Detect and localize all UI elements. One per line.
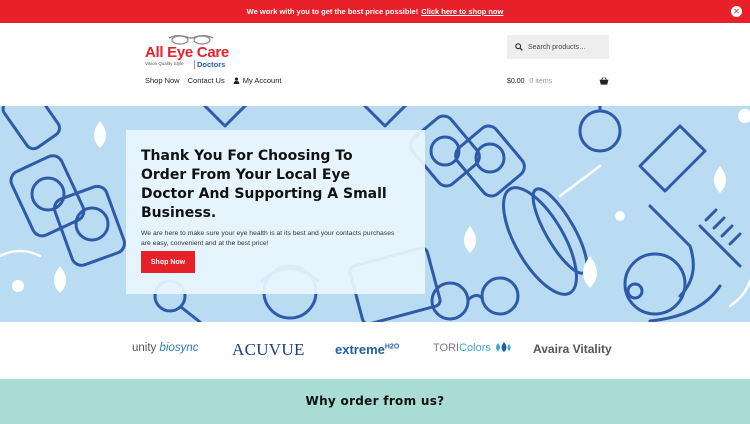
main-nav: Shop Now Contact Us My Account (145, 76, 282, 85)
brand-acuvue[interactable]: ACUVUE (232, 340, 305, 360)
logo-tagline: Vision Quality Style (145, 61, 184, 66)
hero-card: Thank You For Choosing To Order From You… (126, 130, 425, 294)
hero-body: We are here to make sure your eye health… (141, 230, 395, 247)
site-header: All Eye Care Vision Quality Style Doctor… (0, 23, 750, 106)
logo-divider (194, 60, 195, 69)
shop-now-button[interactable]: Shop Now (141, 251, 195, 273)
site-logo[interactable]: All Eye Care Vision Quality Style Doctor… (145, 34, 235, 69)
search-icon (515, 43, 523, 51)
announcement-link[interactable]: Click here to shop now (421, 7, 503, 16)
cart-summary[interactable]: $0.00 0 items (507, 77, 609, 85)
hero-heading: Thank You For Choosing To Order From You… (141, 148, 387, 221)
cart-total: $0.00 (507, 77, 525, 85)
user-icon (233, 77, 240, 84)
brand-logos-strip: unity biosync ACUVUE extremeH2O TORIColo… (0, 322, 750, 379)
basket-icon[interactable] (599, 77, 609, 85)
nav-my-account[interactable]: My Account (233, 76, 282, 85)
announcement-text: We work with you to get the best price p… (246, 7, 419, 16)
brand-toricolors[interactable]: TORIColors (433, 342, 512, 354)
cart-count: 0 items (529, 77, 553, 85)
search-input[interactable]: Search products… (528, 44, 586, 51)
logo-subbrand: Doctors (197, 60, 226, 69)
logo-brand: All Eye Care (145, 44, 229, 61)
unity-text: unity (132, 342, 157, 354)
brand-extreme-h2o[interactable]: extremeH2O (335, 342, 399, 357)
close-icon[interactable]: ✕ (731, 6, 742, 17)
hero-banner: Thank You For Choosing To Order From You… (0, 106, 750, 322)
brand-unity-biosync[interactable]: unity biosync (132, 342, 199, 354)
announcement-bar: We work with you to get the best price p… (0, 0, 750, 23)
nav-shop-now[interactable]: Shop Now (145, 76, 180, 85)
brand-avaira-vitality[interactable]: Avaira Vitality (533, 342, 612, 356)
extreme-text: extreme (335, 342, 385, 357)
why-section: Why order from us? (0, 379, 750, 424)
droplets-icon (495, 342, 511, 352)
nav-contact-us[interactable]: Contact Us (188, 76, 225, 85)
biosync-text: biosync (159, 342, 199, 354)
h2o-text: H2O (384, 343, 400, 351)
colors-text: Colors (459, 342, 491, 354)
search-box[interactable]: Search products… (507, 35, 609, 59)
tori-text: TORI (433, 342, 460, 354)
why-heading: Why order from us? (305, 394, 445, 408)
nav-my-account-label: My Account (242, 76, 282, 85)
